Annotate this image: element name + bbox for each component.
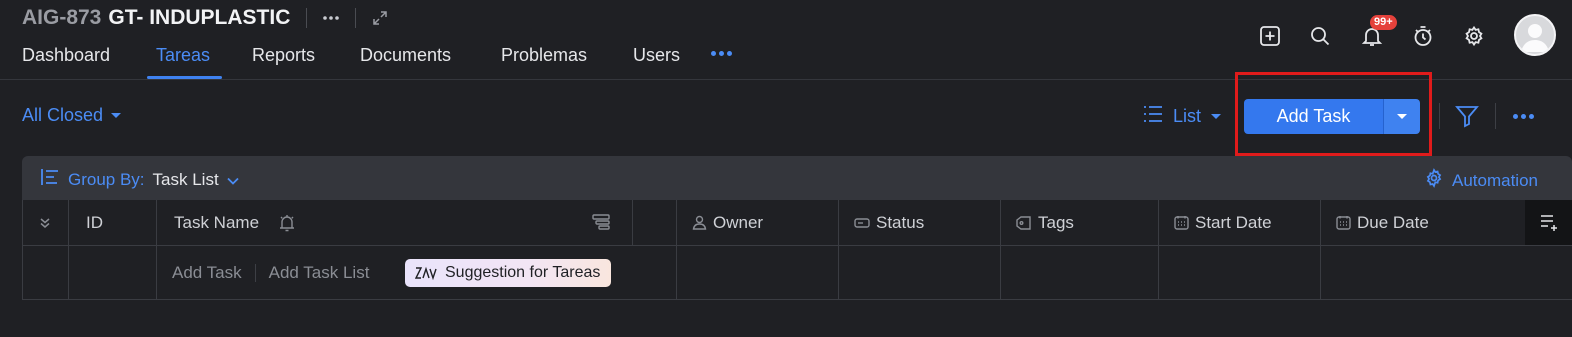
top-bar: AIG-873 GT- INDUPLASTIC Dashboard Tareas…: [0, 0, 1572, 80]
more-options-button[interactable]: [1513, 114, 1534, 119]
search-icon[interactable]: [1306, 22, 1334, 50]
column-label: Start Date: [1159, 213, 1272, 233]
add-column-button[interactable]: [1525, 200, 1572, 246]
column-label-text: Task Name: [174, 212, 260, 232]
divider: [1439, 103, 1440, 129]
column-label: Due Date: [1321, 213, 1429, 233]
add-task-split-button: Add Task: [1244, 99, 1420, 134]
avatar[interactable]: [1514, 14, 1556, 56]
column-label: Owner: [677, 213, 763, 233]
column-settings-icon[interactable]: [592, 213, 610, 231]
group-by-bar: Group By: Task List Automation: [22, 156, 1572, 200]
chevron-down-icon: [111, 113, 122, 118]
more-horizontal-icon[interactable]: [323, 16, 340, 20]
list-view-icon: [1143, 105, 1163, 128]
column-label-text: Start Date: [1195, 212, 1272, 232]
table-row-cell: [1159, 246, 1321, 300]
gear-icon[interactable]: [1460, 22, 1488, 50]
divider: [306, 8, 308, 28]
column-header-spacer: [633, 200, 677, 246]
column-label-text: Owner: [713, 212, 764, 232]
table-row-cell: [22, 246, 69, 300]
calendar-icon: [1336, 216, 1351, 230]
status-icon: [854, 217, 870, 228]
layout-switch-dropdown[interactable]: List: [1143, 105, 1222, 128]
column-label: ID: [86, 212, 103, 232]
column-header-status[interactable]: Status: [839, 200, 1001, 246]
tag-icon: [1016, 215, 1031, 230]
tab-documents[interactable]: Documents: [360, 45, 451, 66]
group-by-value: Task List: [152, 169, 219, 189]
filter-icon[interactable]: [1455, 104, 1479, 133]
tab-users[interactable]: Users: [633, 45, 680, 66]
table-row-cell: [1321, 246, 1572, 300]
table-row-cell: [69, 246, 157, 300]
automation-label: Automation: [1452, 170, 1538, 190]
table-row-cell: [1001, 246, 1159, 300]
column-label-text: Due Date: [1357, 212, 1429, 232]
expand-icon[interactable]: [372, 10, 388, 26]
group-by-label: Group By:: [68, 169, 145, 189]
divider: [254, 263, 256, 282]
column-label-text: Tags: [1038, 212, 1074, 232]
project-id: AIG-873: [22, 6, 102, 29]
tab-reports[interactable]: Reports: [252, 45, 315, 66]
reminder-bell-icon[interactable]: [279, 214, 295, 232]
inline-add-task-link[interactable]: Add Task: [172, 263, 242, 283]
group-by-icon: [40, 168, 60, 191]
add-column-icon: [1540, 214, 1557, 231]
column-header-id[interactable]: ID: [69, 200, 157, 246]
view-filter-label: All Closed: [22, 105, 104, 125]
column-header-owner[interactable]: Owner: [677, 200, 839, 246]
task-table: ID Task Name Owner Status Tags Start Dat…: [22, 200, 1572, 300]
suggestion-label: Suggestion for Tareas: [445, 264, 601, 281]
layout-label: List: [1173, 106, 1202, 126]
plus-square-icon[interactable]: [1256, 22, 1284, 50]
table-row-cell: [677, 246, 839, 300]
collapse-all-toggle[interactable]: [22, 200, 69, 246]
tab-tareas[interactable]: Tareas: [156, 45, 210, 66]
ai-suggestion-icon: [415, 266, 437, 280]
column-label: Task Name: [157, 213, 295, 233]
tab-dashboard[interactable]: Dashboard: [22, 45, 110, 66]
column-label: Tags: [1001, 213, 1074, 233]
divider: [355, 8, 357, 28]
add-task-button[interactable]: Add Task: [1244, 99, 1383, 134]
project-header: AIG-873 GT- INDUPLASTIC: [22, 5, 388, 31]
column-header-task-name[interactable]: Task Name: [157, 200, 633, 246]
owner-icon: [692, 215, 707, 230]
column-header-start-date[interactable]: Start Date: [1159, 200, 1321, 246]
chevron-down-icon: [1211, 114, 1222, 119]
view-filter-dropdown[interactable]: All Closed: [22, 105, 122, 126]
column-header-tags[interactable]: Tags: [1001, 200, 1159, 246]
suggestion-chip[interactable]: Suggestion for Tareas: [405, 259, 612, 287]
notification-badge: 99+: [1370, 15, 1397, 30]
group-by-dropdown[interactable]: Group By: Task List: [40, 168, 239, 191]
divider: [1495, 103, 1496, 129]
timer-icon[interactable]: [1409, 22, 1437, 50]
chevron-down-icon: [1397, 114, 1407, 119]
column-header-due-date[interactable]: Due Date: [1321, 200, 1525, 246]
add-task-list-link[interactable]: Add Task List: [269, 263, 370, 283]
double-chevron-down-icon: [40, 217, 50, 228]
table-row-cell: [839, 246, 1001, 300]
active-tab-indicator: [147, 76, 222, 79]
project-name: GT- INDUPLASTIC: [108, 6, 291, 29]
column-label: Status: [839, 213, 924, 233]
calendar-icon: [1174, 216, 1189, 230]
more-tabs-button[interactable]: [711, 51, 732, 56]
add-task-dropdown-button[interactable]: [1383, 99, 1420, 134]
automation-icon: [1424, 168, 1444, 193]
chevron-down-icon: [227, 170, 239, 190]
automation-button[interactable]: Automation: [1424, 168, 1538, 193]
tab-problemas[interactable]: Problemas: [501, 45, 587, 66]
column-label-text: Status: [876, 212, 925, 232]
